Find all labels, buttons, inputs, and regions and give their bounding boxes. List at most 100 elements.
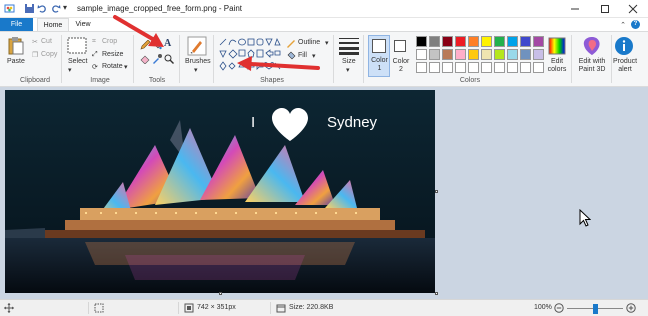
tab-file[interactable]: File: [0, 18, 33, 31]
eraser-icon[interactable]: [140, 54, 150, 64]
save-icon[interactable]: [24, 3, 35, 14]
redo-icon[interactable]: [50, 3, 61, 14]
outline-dropdown-icon[interactable]: ▾: [325, 39, 329, 47]
resize-handle-bottom[interactable]: [219, 292, 222, 295]
palette-swatch[interactable]: [455, 49, 466, 60]
palette-swatch[interactable]: [455, 36, 466, 47]
color2-label[interactable]: Color 2: [392, 58, 410, 74]
palette-swatch[interactable]: [429, 62, 440, 73]
palette-swatch[interactable]: [533, 36, 544, 47]
magnifier-icon[interactable]: [164, 54, 174, 64]
palette-swatch[interactable]: [442, 62, 453, 73]
color-picker-icon[interactable]: [152, 54, 162, 64]
resize-button[interactable]: Resize: [102, 51, 123, 58]
maximize-icon: [601, 5, 609, 13]
color2-swatch[interactable]: [394, 40, 406, 52]
paste-icon[interactable]: [7, 36, 25, 56]
product-alert-button[interactable]: Product alert: [610, 58, 640, 74]
ribbon-tabs: File Home View ⌃ ?: [0, 18, 648, 31]
paint3d-button[interactable]: Edit with Paint 3D: [574, 58, 610, 74]
undo-icon[interactable]: [37, 3, 48, 14]
mouse-cursor-icon: [579, 209, 591, 227]
paste-button[interactable]: Paste: [7, 58, 25, 65]
color1-button[interactable]: Color 1: [368, 35, 390, 77]
select-dropdown-icon[interactable]: ▾: [68, 66, 72, 74]
resize-handle-corner[interactable]: [435, 292, 438, 295]
palette-swatch[interactable]: [494, 36, 505, 47]
maximize-button[interactable]: [590, 0, 620, 18]
heart-icon: [272, 108, 308, 141]
brushes-icon[interactable]: [187, 36, 207, 56]
minimize-icon: [571, 8, 579, 10]
cursor-position-icon: [4, 303, 14, 313]
palette-swatch[interactable]: [520, 36, 531, 47]
palette-swatch[interactable]: [533, 49, 544, 60]
tab-home[interactable]: Home: [37, 18, 69, 31]
palette-swatch[interactable]: [507, 49, 518, 60]
zoom-slider-thumb[interactable]: [592, 304, 598, 314]
copy-icon: ❐: [32, 52, 39, 59]
clipboard-group-label: Clipboard: [20, 77, 50, 84]
palette-swatch[interactable]: [481, 49, 492, 60]
palette-swatch[interactable]: [429, 36, 440, 47]
tab-view[interactable]: View: [70, 18, 96, 31]
palette-swatch[interactable]: [533, 62, 544, 73]
palette-swatch[interactable]: [455, 62, 466, 73]
annotation-arrow-shapes: [237, 56, 320, 71]
size-button[interactable]: Size: [342, 58, 356, 65]
window-title: sample_image_cropped_free_form.png - Pai…: [77, 4, 242, 13]
select-icon[interactable]: [67, 37, 87, 54]
title-bar: ▾ sample_image_cropped_free_form.png - P…: [0, 0, 648, 18]
quick-access-dropdown-icon[interactable]: ▾: [63, 3, 67, 12]
palette-swatch[interactable]: [442, 49, 453, 60]
paint-app-icon[interactable]: [4, 3, 15, 14]
rotate-button[interactable]: Rotate: [102, 63, 123, 70]
select-button[interactable]: Select: [68, 58, 87, 65]
info-icon[interactable]: [614, 36, 634, 56]
outline-icon: [287, 40, 295, 48]
colors-group-label: Colors: [459, 77, 481, 84]
minimize-button[interactable]: [560, 0, 590, 18]
size-dropdown-icon[interactable]: ▾: [346, 66, 350, 74]
close-button[interactable]: [618, 0, 648, 18]
file-size: Size: 220.8KB: [289, 304, 334, 311]
resize-icon: ⤢: [92, 51, 98, 58]
cut-icon: ✂: [32, 39, 38, 46]
palette-swatch[interactable]: [494, 62, 505, 73]
palette-swatch[interactable]: [507, 36, 518, 47]
collapse-ribbon-icon[interactable]: ⌃: [620, 21, 626, 29]
help-icon[interactable]: ?: [631, 20, 640, 29]
paint3d-icon[interactable]: [582, 36, 602, 56]
palette-swatch[interactable]: [481, 62, 492, 73]
palette-swatch[interactable]: [468, 36, 479, 47]
resize-handle-right[interactable]: [435, 190, 438, 193]
selection-size-icon: [94, 303, 104, 313]
palette-swatch[interactable]: [468, 62, 479, 73]
palette-swatch[interactable]: [481, 36, 492, 47]
image-canvas[interactable]: I Sydney: [5, 90, 435, 293]
palette-swatch[interactable]: [442, 36, 453, 47]
zoom-out-icon[interactable]: [554, 303, 564, 313]
palette-swatch[interactable]: [494, 49, 505, 60]
brushes-button[interactable]: Brushes: [185, 58, 211, 65]
size-icon[interactable]: [338, 37, 360, 55]
brushes-dropdown-icon[interactable]: ▾: [194, 66, 198, 74]
edit-colors-icon[interactable]: [548, 37, 566, 55]
palette-swatch[interactable]: [416, 49, 427, 60]
palette-swatch[interactable]: [416, 36, 427, 47]
cut-button[interactable]: Cut: [41, 38, 52, 45]
zoom-in-icon[interactable]: [626, 303, 636, 313]
palette-swatch[interactable]: [468, 49, 479, 60]
edit-colors-button[interactable]: Edit colors: [545, 58, 569, 74]
canvas-area[interactable]: I Sydney: [0, 87, 648, 299]
palette-swatch[interactable]: [429, 49, 440, 60]
copy-button[interactable]: Copy: [41, 51, 57, 58]
palette-swatch[interactable]: [507, 62, 518, 73]
palette-swatch[interactable]: [416, 62, 427, 73]
rotate-icon: ⟳: [92, 64, 98, 71]
palette-swatch[interactable]: [520, 49, 531, 60]
rotate-dropdown-icon[interactable]: ▾: [124, 63, 128, 71]
annotation-arrow-tools: [113, 15, 164, 47]
outline-button[interactable]: Outline: [298, 39, 320, 46]
palette-swatch[interactable]: [520, 62, 531, 73]
